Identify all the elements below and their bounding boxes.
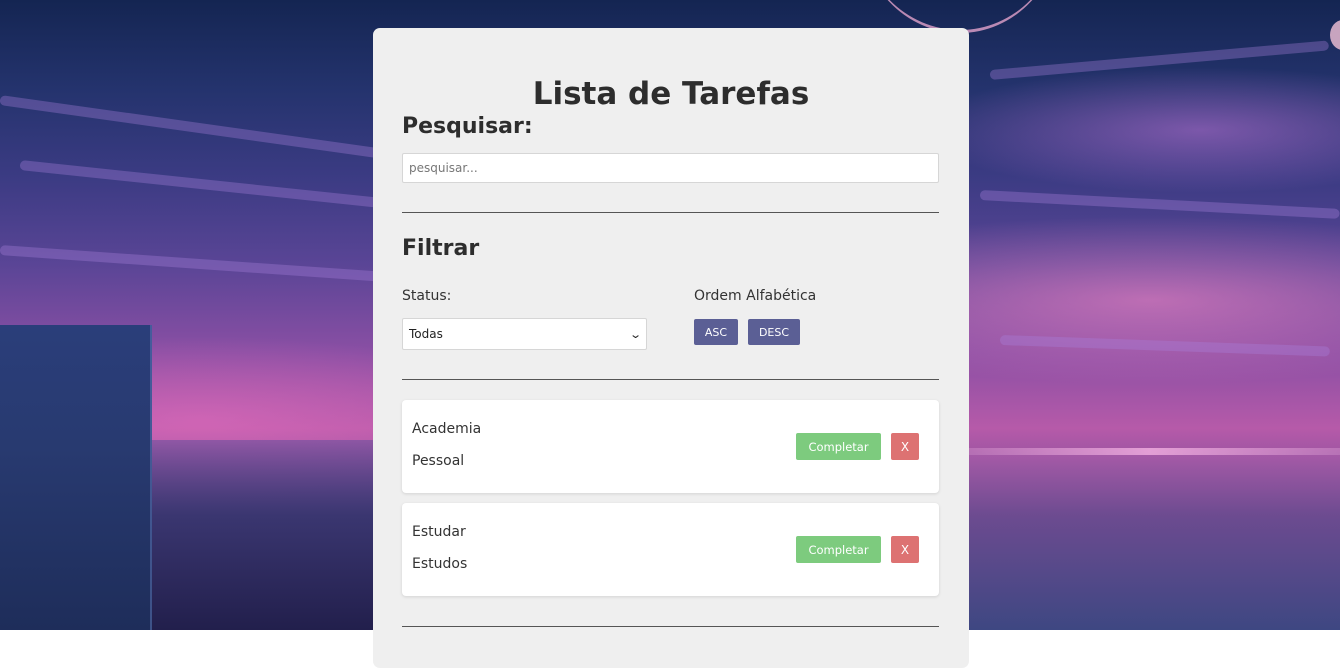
sky-streak [989, 40, 1330, 80]
tower-building [0, 325, 152, 630]
search-input[interactable] [402, 153, 939, 183]
sort-desc-button[interactable]: DESC [748, 319, 800, 345]
page-title: Lista de Tarefas [532, 76, 810, 112]
divider [402, 379, 939, 380]
sky-streak [979, 190, 1340, 219]
complete-button[interactable]: Completar [796, 536, 881, 563]
todo-category: Pessoal [412, 453, 465, 469]
moon [1330, 20, 1340, 50]
status-select-value: Todas [409, 327, 443, 341]
sky-streak [999, 335, 1330, 357]
status-select[interactable]: Todas ⌄ [402, 318, 647, 350]
sort-asc-button[interactable]: ASC [694, 319, 738, 345]
chevron-down-icon: ⌄ [628, 327, 642, 341]
todo-app-card: Lista de Tarefas Pesquisar: Filtrar Stat… [373, 28, 969, 668]
divider [402, 626, 939, 627]
complete-button[interactable]: Completar [796, 433, 881, 460]
sky-streak [19, 160, 379, 208]
search-heading: Pesquisar: [402, 114, 533, 139]
todo-category: Estudos [412, 556, 468, 572]
sort-label: Ordem Alfabética [694, 288, 817, 304]
todo-item: Estudar Estudos Completar X [402, 503, 939, 596]
filter-heading: Filtrar [402, 236, 480, 261]
delete-button[interactable]: X [891, 536, 919, 563]
sky-streak [0, 245, 380, 282]
todo-text: Estudar [412, 524, 466, 540]
delete-button[interactable]: X [891, 433, 919, 460]
sky-streak [0, 95, 397, 161]
status-label: Status: [402, 288, 452, 304]
city-skyline [150, 440, 373, 630]
todo-item: Academia Pessoal Completar X [402, 400, 939, 493]
todo-text: Academia [412, 421, 482, 437]
divider [402, 212, 939, 213]
sea [950, 455, 1340, 630]
